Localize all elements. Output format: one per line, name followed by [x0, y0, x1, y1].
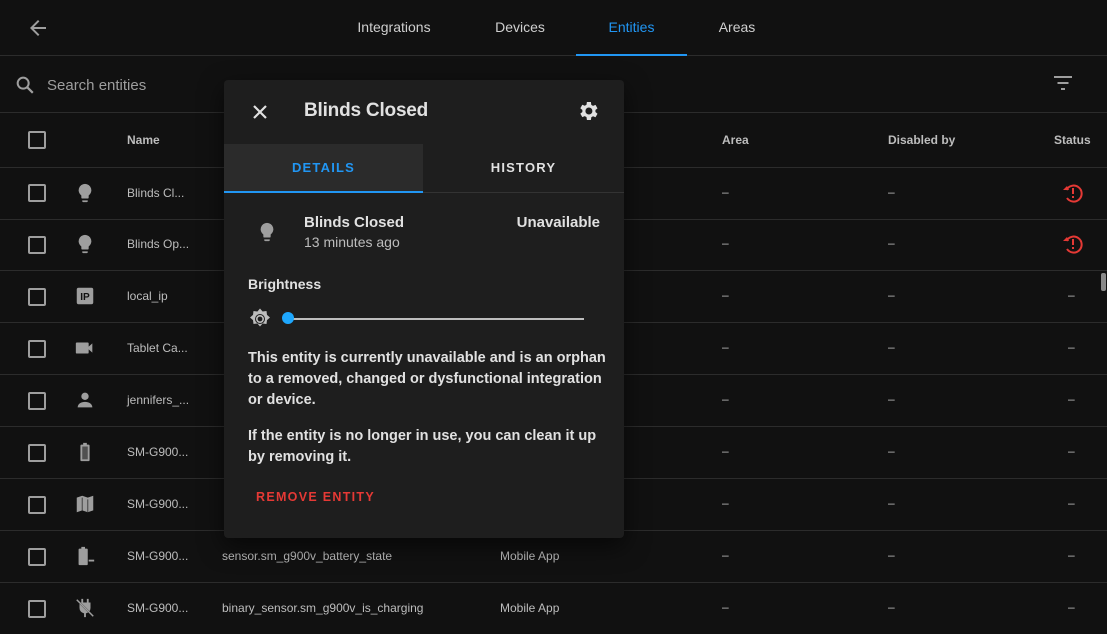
- entity-status: –: [1068, 600, 1075, 614]
- video-camera-icon: [74, 337, 96, 359]
- tab-devices[interactable]: Devices: [480, 0, 560, 55]
- row-checkbox[interactable]: [28, 548, 46, 566]
- entity-name: jennifers_...: [127, 393, 190, 407]
- tab-entities[interactable]: Entities: [576, 0, 687, 56]
- row-checkbox[interactable]: [28, 340, 46, 358]
- top-app-bar: Integrations Devices Entities Areas: [0, 0, 1107, 56]
- entity-id: sensor.sm_g900v_battery_state: [222, 549, 393, 563]
- column-header-disabled-by[interactable]: Disabled by: [888, 133, 955, 147]
- column-header-name[interactable]: Name: [127, 133, 160, 147]
- entity-disabled-by: –: [888, 496, 895, 510]
- entity-area: –: [722, 236, 729, 250]
- dialog-tabs: DETAILS HISTORY: [224, 144, 624, 193]
- lightbulb-icon: [74, 233, 96, 255]
- entity-integration: Mobile App: [500, 549, 560, 563]
- gear-icon[interactable]: [576, 99, 600, 123]
- person-icon: [74, 389, 96, 411]
- search-icon: [16, 76, 34, 94]
- table-row[interactable]: SM-G900... sensor.sm_g900v_battery_state…: [0, 531, 1107, 583]
- orphan-message: This entity is currently unavailable and…: [248, 350, 606, 408]
- entity-id: binary_sensor.sm_g900v_is_charging: [222, 601, 424, 615]
- row-checkbox[interactable]: [28, 444, 46, 462]
- power-plug-off-icon: [74, 597, 96, 619]
- brightness-slider-thumb[interactable]: [282, 312, 294, 324]
- row-checkbox[interactable]: [28, 392, 46, 410]
- entity-name: Blinds Closed: [304, 214, 405, 231]
- lightbulb-icon: [256, 221, 278, 243]
- back-arrow-icon[interactable]: [26, 16, 50, 40]
- brightness-label: Brightness: [248, 276, 322, 292]
- entity-status: –: [1068, 392, 1075, 406]
- tab-integrations[interactable]: Integrations: [346, 0, 442, 55]
- row-checkbox[interactable]: [28, 236, 46, 254]
- entity-area: –: [722, 185, 729, 199]
- row-checkbox[interactable]: [28, 184, 46, 202]
- entity-status: –: [1068, 340, 1075, 354]
- entity-area: –: [722, 600, 729, 614]
- entity-area: –: [722, 548, 729, 562]
- select-all-checkbox[interactable]: [28, 131, 46, 149]
- entity-name: SM-G900...: [127, 601, 189, 615]
- dialog-title: Blinds Closed: [304, 100, 429, 121]
- entity-status: –: [1068, 548, 1075, 562]
- entity-status: –: [1068, 444, 1075, 458]
- entity-integration: Mobile App: [500, 601, 560, 615]
- row-checkbox[interactable]: [28, 600, 46, 618]
- entity-disabled-by: –: [888, 548, 895, 562]
- entity-disabled-by: –: [888, 444, 895, 458]
- cleanup-message: If the entity is no longer in use, you c…: [248, 428, 597, 465]
- entity-area: –: [722, 444, 729, 458]
- entity-state: Unavailable: [516, 214, 600, 231]
- entity-more-info-dialog: Blinds Closed DETAILS HISTORY Blinds Clo…: [224, 80, 624, 538]
- entity-disabled-by: –: [888, 236, 895, 250]
- brightness-slider-track[interactable]: [288, 318, 584, 320]
- tab-details[interactable]: DETAILS: [224, 144, 423, 193]
- column-header-area[interactable]: Area: [722, 133, 749, 147]
- map-icon: [74, 493, 96, 515]
- row-checkbox[interactable]: [28, 288, 46, 306]
- table-row[interactable]: SM-G900... binary_sensor.sm_g900v_is_cha…: [0, 583, 1107, 634]
- restore-alert-icon: [1061, 232, 1085, 256]
- entity-name: SM-G900...: [127, 497, 189, 511]
- filter-icon[interactable]: [1052, 74, 1074, 92]
- tab-history[interactable]: HISTORY: [424, 144, 623, 192]
- lightbulb-icon: [74, 182, 96, 204]
- entity-name: SM-G900...: [127, 445, 189, 459]
- entity-disabled-by: –: [888, 392, 895, 406]
- battery-icon: [74, 441, 96, 463]
- ip-icon: [74, 285, 96, 307]
- entity-name: Blinds Op...: [127, 237, 190, 251]
- remove-entity-button[interactable]: REMOVE ENTITY: [256, 490, 375, 504]
- row-checkbox[interactable]: [28, 496, 46, 514]
- entity-disabled-by: –: [888, 600, 895, 614]
- entity-area: –: [722, 340, 729, 354]
- entity-name: Tablet Ca...: [127, 341, 188, 355]
- scrollbar-thumb[interactable]: [1101, 273, 1106, 291]
- entity-disabled-by: –: [888, 288, 895, 302]
- entity-last-changed: 13 minutes ago: [304, 234, 400, 250]
- brightness-icon: [250, 308, 270, 327]
- entity-disabled-by: –: [888, 340, 895, 354]
- entity-area: –: [722, 392, 729, 406]
- restore-alert-icon: [1061, 181, 1085, 205]
- entity-name: local_ip: [127, 289, 168, 303]
- entity-disabled-by: –: [888, 185, 895, 199]
- entity-area: –: [722, 496, 729, 510]
- entity-status: –: [1068, 496, 1075, 510]
- entity-name: SM-G900...: [127, 549, 189, 563]
- entity-area: –: [722, 288, 729, 302]
- column-header-status[interactable]: Status: [1054, 133, 1091, 147]
- close-icon[interactable]: [248, 100, 272, 124]
- entity-status: –: [1068, 288, 1075, 302]
- entity-name: Blinds Cl...: [127, 186, 185, 200]
- tab-areas[interactable]: Areas: [704, 0, 770, 55]
- battery-minus-icon: [74, 545, 96, 567]
